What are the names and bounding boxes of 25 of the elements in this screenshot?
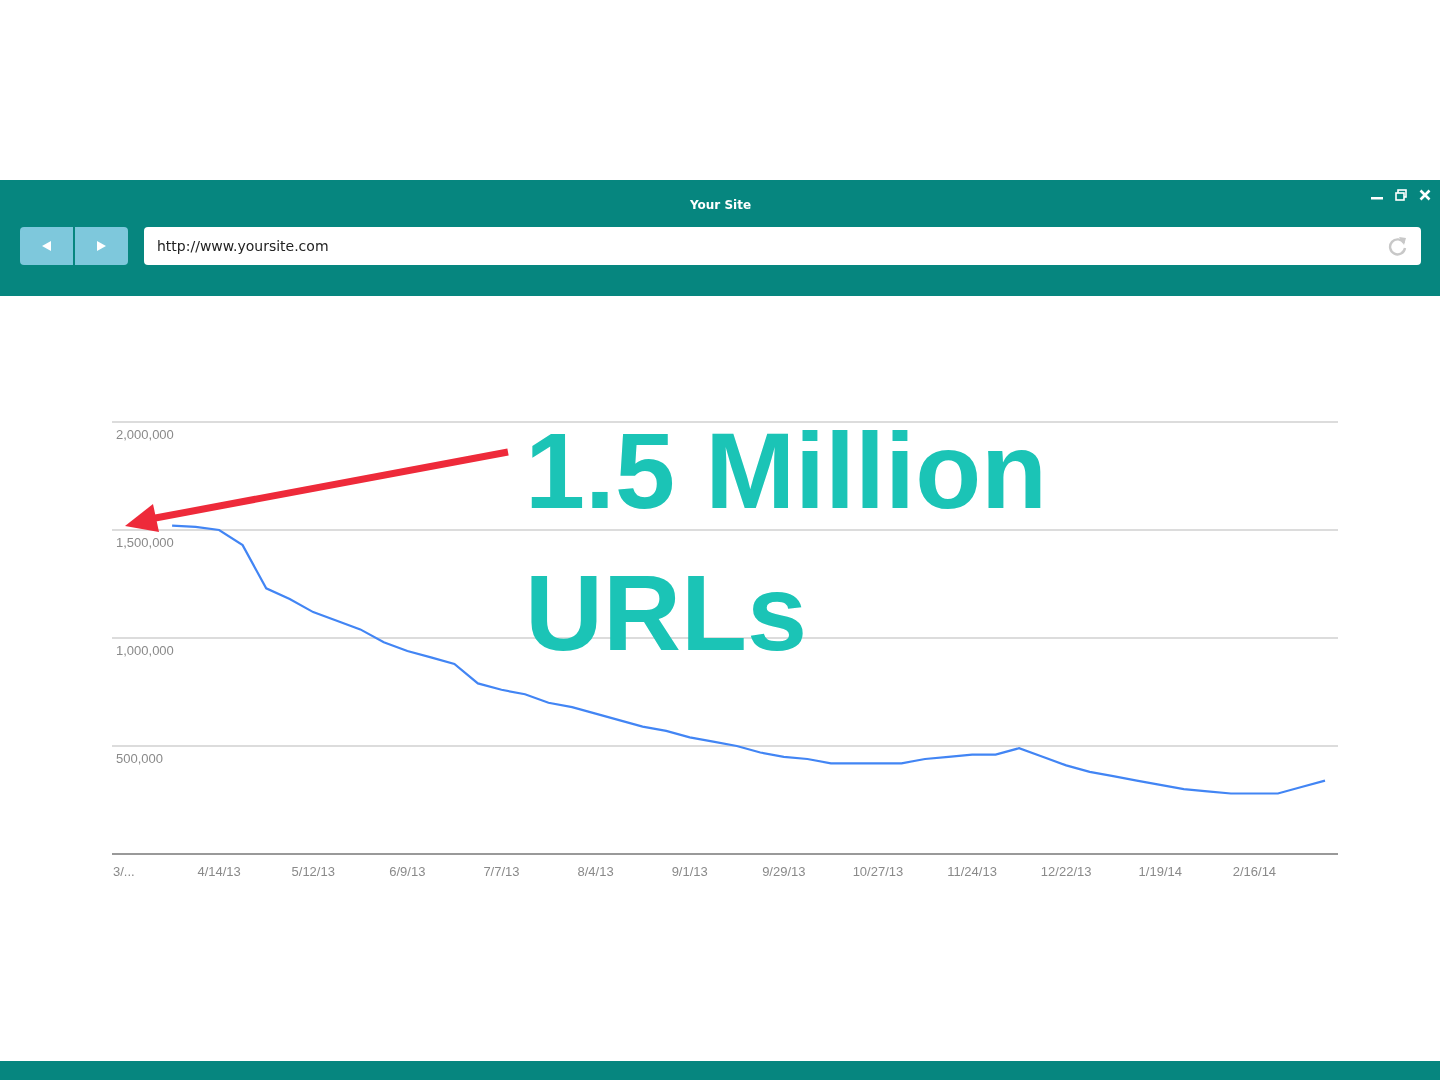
restore-icon[interactable] — [1395, 189, 1407, 201]
x-axis-label: 8/4/13 — [577, 864, 614, 879]
x-axis-label: 7/7/13 — [483, 864, 520, 879]
y-axis-label: 500,000 — [116, 751, 163, 766]
triangle-right-icon — [97, 241, 106, 251]
address-field[interactable]: http://www.yoursite.com — [144, 227, 1421, 265]
x-axis-label: 2/16/14 — [1232, 864, 1277, 879]
y-axis-label: 1,500,000 — [116, 535, 174, 550]
x-axis-label: 9/29/13 — [762, 864, 806, 879]
x-axis-label: 3/... — [113, 864, 135, 879]
x-axis-label: 11/24/13 — [947, 864, 997, 879]
close-icon[interactable] — [1419, 189, 1431, 201]
url-text: http://www.yoursite.com — [157, 238, 329, 254]
callout-heading: 1.5 Million URLs — [525, 409, 1049, 675]
y-axis-label: 2,000,000 — [116, 427, 174, 442]
x-axis-label: 10/27/13 — [852, 864, 904, 879]
x-axis-label: 4/14/13 — [197, 864, 241, 879]
x-axis-label: 5/12/13 — [291, 864, 335, 879]
x-axis-label: 9/1/13 — [671, 864, 708, 879]
x-axis-label: 1/19/14 — [1138, 864, 1182, 879]
x-axis-label: 12/22/13 — [1040, 864, 1092, 879]
x-axis-label: 6/9/13 — [389, 864, 426, 879]
triangle-left-icon — [42, 241, 51, 251]
y-axis-label: 1,000,000 — [116, 643, 174, 658]
window-title: Your Site — [689, 197, 752, 212]
